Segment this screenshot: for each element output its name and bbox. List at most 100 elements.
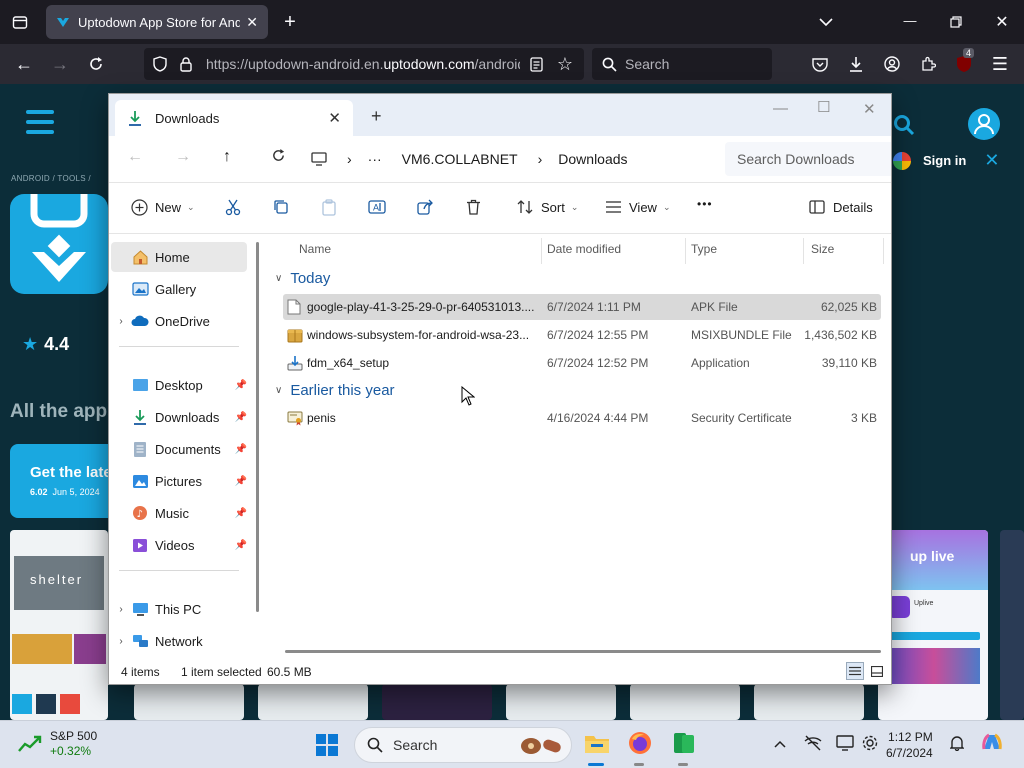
copy-button[interactable]	[271, 197, 297, 217]
rename-button[interactable]: A	[367, 197, 393, 217]
maximize-icon[interactable]: ☐	[817, 98, 830, 116]
nav-item-pictures[interactable]: Pictures 📌	[111, 466, 247, 496]
cut-button[interactable]	[223, 197, 249, 217]
minimize-icon[interactable]: —	[900, 10, 920, 30]
minimize-icon[interactable]: —	[773, 100, 788, 117]
breadcrumb-item[interactable]: Downloads	[558, 151, 627, 167]
group-header-today[interactable]: ∨ Today	[275, 270, 330, 287]
file-row[interactable]: windows-subsystem-for-android-wsa-23... …	[283, 322, 881, 348]
column-header-date[interactable]: Date modified	[547, 242, 621, 262]
nav-item-downloads[interactable]: Downloads 📌	[111, 402, 247, 432]
page-search-icon[interactable]	[893, 114, 915, 142]
file-row[interactable]: penis 4/16/2024 4:44 PM Security Certifi…	[283, 405, 881, 431]
forward-icon[interactable]: →	[50, 54, 70, 74]
taskbar-clock[interactable]: 1:12 PM 6/7/2024	[886, 729, 933, 761]
screenshot-thumbnail[interactable]	[754, 684, 864, 720]
network-disconnected-icon[interactable]	[804, 735, 822, 754]
breadcrumb-overflow-icon[interactable]: ···	[368, 151, 382, 167]
horizontal-scrollbar[interactable]	[285, 650, 881, 653]
new-tab-icon[interactable]: +	[280, 11, 300, 33]
close-window-icon[interactable]: ✕	[992, 12, 1012, 32]
shield-icon[interactable]	[152, 56, 168, 72]
pin-icon[interactable]: 📌	[235, 380, 247, 391]
column-divider[interactable]	[541, 238, 542, 264]
breadcrumb[interactable]: › ··· VM6.COLLABNET › Downloads	[311, 146, 628, 172]
column-header-size[interactable]: Size	[811, 242, 834, 262]
new-button[interactable]: New ⌄	[129, 197, 195, 217]
column-divider[interactable]	[685, 238, 686, 264]
nav-item-documents[interactable]: Documents 📌	[111, 434, 247, 464]
nav-item-this-pc[interactable]: › This PC	[111, 594, 247, 624]
browser-tab[interactable]: Uptodown App Store for Android ✕	[46, 5, 268, 39]
breadcrumb-item[interactable]: VM6.COLLABNET	[402, 151, 518, 167]
phone-link-taskbar-icon[interactable]	[672, 731, 696, 758]
more-options-button[interactable]: •••	[697, 197, 713, 211]
search-input[interactable]: Search Downloads	[725, 142, 891, 176]
sort-button[interactable]: Sort ⌄	[515, 197, 578, 217]
screenshot-thumbnail[interactable]	[630, 684, 740, 720]
monitor-icon[interactable]	[311, 152, 327, 166]
back-icon[interactable]: ←	[127, 148, 143, 166]
nav-item-onedrive[interactable]: › OneDrive	[111, 306, 247, 336]
page-user-icon[interactable]	[968, 108, 1000, 140]
paste-button[interactable]	[319, 197, 345, 217]
screenshot-thumbnail[interactable]	[1000, 530, 1024, 720]
pin-icon[interactable]: 📌	[235, 508, 247, 519]
ublock-icon[interactable]: 4	[954, 48, 975, 74]
windows-start-icon[interactable]	[316, 734, 338, 759]
nav-item-gallery[interactable]: Gallery	[111, 274, 247, 304]
downloads-icon[interactable]	[846, 54, 866, 74]
chevron-up-icon[interactable]	[774, 735, 786, 751]
close-window-icon[interactable]: ✕	[863, 100, 876, 118]
scrollbar-thumb[interactable]	[256, 242, 259, 612]
explorer-tab[interactable]: Downloads ✕	[115, 100, 353, 136]
screenshot-thumbnail[interactable]: up live Uplive	[878, 530, 988, 720]
close-tab-icon[interactable]: ✕	[328, 109, 341, 127]
bookmark-star-icon[interactable]: ☆	[556, 54, 574, 74]
reload-icon[interactable]	[86, 54, 106, 74]
web-search-bar[interactable]: Search	[592, 48, 772, 80]
chevron-right-icon[interactable]: ›	[111, 636, 131, 647]
chevron-down-icon[interactable]	[816, 12, 836, 32]
settings-icon[interactable]	[862, 735, 878, 754]
google-sign-in[interactable]: Sign in ✕	[893, 150, 999, 171]
extensions-icon[interactable]	[918, 54, 938, 74]
view-button[interactable]: View ⌄	[603, 197, 671, 217]
url-bar[interactable]: https://uptodown-android.en.uptodown.com…	[144, 48, 584, 80]
nav-item-desktop[interactable]: Desktop 📌	[111, 370, 247, 400]
pin-icon[interactable]: 📌	[235, 412, 247, 423]
group-header-earlier[interactable]: ∨ Earlier this year	[275, 382, 395, 399]
pin-icon[interactable]: 📌	[235, 540, 247, 551]
tiles-view-icon[interactable]	[868, 662, 886, 680]
screenshot-thumbnail[interactable]	[258, 684, 368, 720]
restore-icon[interactable]	[946, 12, 966, 32]
get-latest-banner[interactable]: Get the latest 6.02 Jun 5, 2024	[10, 444, 125, 518]
nav-item-network[interactable]: › Network	[111, 626, 247, 656]
column-divider[interactable]	[803, 238, 804, 264]
firefox-taskbar-icon[interactable]	[628, 731, 652, 758]
lock-icon[interactable]	[178, 56, 194, 72]
taskbar-search-input[interactable]: Search	[354, 727, 572, 763]
nav-item-videos[interactable]: Videos 📌	[111, 530, 247, 560]
notification-bell-icon[interactable]	[949, 735, 965, 754]
page-menu-icon[interactable]	[26, 110, 54, 134]
forward-icon[interactable]: →	[175, 148, 191, 166]
url-text[interactable]: https://uptodown-android.en.uptodown.com…	[206, 56, 520, 72]
file-explorer-taskbar-icon[interactable]	[584, 731, 610, 758]
chevron-right-icon[interactable]: ›	[111, 316, 131, 327]
details-view-icon[interactable]	[846, 662, 864, 680]
copilot-icon[interactable]	[980, 731, 1004, 758]
screenshot-thumbnail[interactable]	[382, 684, 492, 720]
column-divider[interactable]	[883, 238, 884, 264]
column-header-type[interactable]: Type	[691, 242, 717, 262]
file-row[interactable]: fdm_x64_setup 6/7/2024 12:52 PM Applicat…	[283, 350, 881, 376]
hamburger-menu-icon[interactable]: ☰	[990, 54, 1010, 74]
file-row[interactable]: google-play-41-3-25-29-0-pr-640531013...…	[283, 294, 881, 320]
account-icon[interactable]	[882, 54, 902, 74]
details-button[interactable]: Details	[807, 197, 873, 217]
back-icon[interactable]: ←	[14, 54, 34, 74]
screenshot-thumbnail[interactable]: shelter	[10, 530, 108, 720]
share-button[interactable]	[415, 197, 441, 217]
close-icon[interactable]: ✕	[984, 150, 999, 171]
display-icon[interactable]	[836, 735, 854, 754]
